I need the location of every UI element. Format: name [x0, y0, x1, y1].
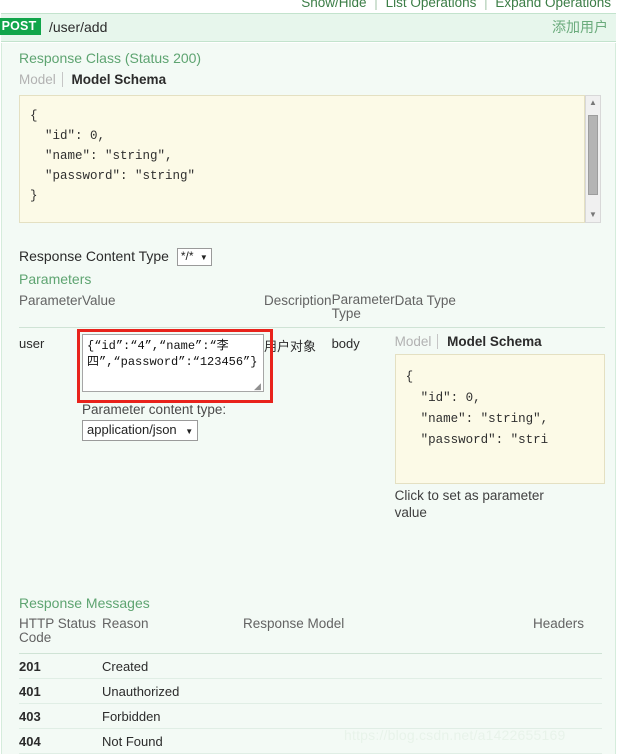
- parameter-type-value: body: [332, 328, 395, 522]
- parameter-value-input[interactable]: [82, 334, 264, 392]
- status-reason: Unauthorized: [102, 679, 243, 704]
- status-code: 201: [19, 654, 102, 679]
- status-response-model: [243, 679, 533, 704]
- parameters-title: Parameters: [19, 271, 91, 287]
- status-response-model: [243, 654, 533, 679]
- header-http-status-code-line2: Code: [19, 630, 51, 645]
- response-content-type-row: Response Content Type */* ▼: [19, 248, 212, 266]
- operation-path: /user/add: [49, 18, 107, 36]
- scroll-down-icon[interactable]: ▼: [586, 208, 600, 222]
- header-parameter-type-line1: Parameter: [332, 292, 395, 307]
- response-schema-box: { "id": 0, "name": "string", "password":…: [19, 95, 585, 223]
- header-reason: Reason: [102, 617, 243, 654]
- status-reason: Forbidden: [102, 704, 243, 729]
- operation-summary: 添加用户: [552, 18, 608, 36]
- table-row: 201 Created: [19, 654, 602, 679]
- response-content-type-value: */*: [181, 249, 194, 263]
- header-description: Description: [264, 293, 332, 328]
- header-data-type: Data Type: [395, 293, 605, 328]
- parameters-table: Parameter Value Description Parameter Ty…: [19, 293, 605, 521]
- response-model-tabs: Model Model Schema: [19, 72, 173, 87]
- header-parameter: Parameter: [19, 293, 82, 328]
- table-row: 401 Unauthorized: [19, 679, 602, 704]
- response-class-title: Response Class (Status 200): [19, 50, 201, 66]
- toolbar-separator-1: |: [370, 0, 382, 10]
- tab-model-schema[interactable]: Model Schema: [72, 72, 174, 87]
- response-messages-header-row: HTTP Status Code Reason Response Model H…: [19, 617, 602, 654]
- data-type-tabs: Model Model Schema: [395, 334, 605, 349]
- response-schema-scrollbar[interactable]: ▲ ▼: [585, 95, 601, 223]
- parameter-description: 用户对象: [264, 328, 332, 522]
- watermark: https://blog.csdn.net/a1422655169: [344, 727, 565, 743]
- status-reason: Not Found: [102, 729, 243, 754]
- response-messages-title: Response Messages: [19, 595, 150, 611]
- chevron-down-icon: ▼: [197, 253, 208, 262]
- tab-model-schema-datatype[interactable]: Model Schema: [447, 334, 549, 349]
- response-content-type-label: Response Content Type: [19, 248, 169, 264]
- status-response-model: [243, 704, 533, 729]
- status-code: 401: [19, 679, 102, 704]
- response-schema-json: { "id": 0, "name": "string", "password":…: [20, 96, 584, 214]
- toolbar-separator-2: |: [480, 0, 492, 10]
- chevron-down-icon: ▼: [180, 427, 193, 436]
- parameter-value-cell: ◢ Parameter content type: application/js…: [82, 328, 264, 522]
- tab-model-datatype[interactable]: Model: [395, 334, 439, 349]
- response-content-type-select[interactable]: */* ▼: [177, 248, 212, 266]
- swagger-operation-panel: Show/Hide | List Operations | Expand Ope…: [0, 0, 617, 755]
- scroll-up-icon[interactable]: ▲: [586, 96, 600, 110]
- http-method-badge: POST: [0, 18, 41, 35]
- status-code: 403: [19, 704, 102, 729]
- table-row: 403 Forbidden: [19, 704, 602, 729]
- expand-operations-link[interactable]: Expand Operations: [495, 0, 611, 10]
- status-headers: [533, 654, 602, 679]
- click-to-set-hint: Click to set as parameter value: [395, 487, 570, 521]
- operations-toolbar: Show/Hide | List Operations | Expand Ope…: [0, 0, 617, 13]
- header-http-status-code: HTTP Status Code: [19, 617, 102, 654]
- header-response-model: Response Model: [243, 617, 533, 654]
- parameter-schema-box[interactable]: { "id": 0, "name": "string", "password":…: [395, 354, 605, 484]
- tab-model[interactable]: Model: [19, 72, 63, 87]
- header-headers: Headers: [533, 617, 602, 654]
- operation-header[interactable]: POST /user/add 添加用户: [1, 13, 616, 42]
- parameter-schema-json: { "id": 0, "name": "string", "password":…: [396, 355, 604, 459]
- parameter-content-type-select[interactable]: application/json ▼: [82, 420, 198, 441]
- operation-body: Response Class (Status 200) Model Model …: [1, 43, 616, 754]
- status-code: 404: [19, 729, 102, 754]
- header-http-status-code-line1: HTTP Status: [19, 616, 96, 631]
- header-parameter-type: Parameter Type: [332, 293, 395, 328]
- show-hide-link[interactable]: Show/Hide: [301, 0, 366, 10]
- parameter-data-type-cell: Model Model Schema { "id": 0, "name": "s…: [395, 328, 605, 522]
- list-operations-link[interactable]: List Operations: [386, 0, 477, 10]
- parameters-header-row: Parameter Value Description Parameter Ty…: [19, 293, 605, 328]
- table-row: user ◢ Parameter content type: applicati…: [19, 328, 605, 522]
- status-headers: [533, 679, 602, 704]
- header-value: Value: [82, 293, 264, 328]
- parameter-content-type-label: Parameter content type:: [82, 402, 264, 417]
- status-reason: Created: [102, 654, 243, 679]
- parameter-content-type-value: application/json: [87, 422, 177, 437]
- header-parameter-type-line2: Type: [332, 306, 361, 321]
- scrollbar-thumb[interactable]: [588, 115, 598, 195]
- parameter-name: user: [19, 328, 82, 522]
- status-headers: [533, 704, 602, 729]
